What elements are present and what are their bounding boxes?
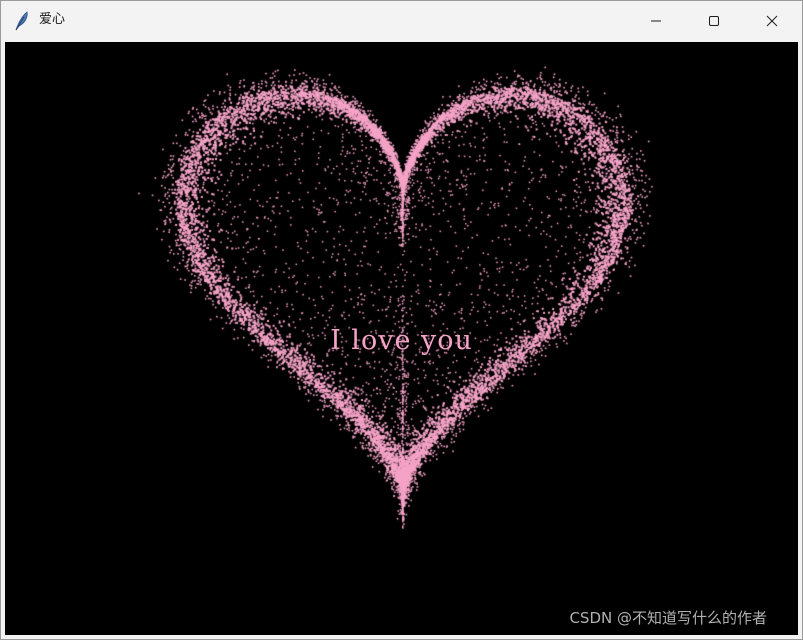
- title-bar[interactable]: 爱心: [1, 1, 802, 41]
- love-message: I love you: [330, 325, 473, 356]
- feather-icon: [13, 11, 31, 31]
- csdn-watermark: CSDN @不知道写什么的作者: [569, 609, 767, 627]
- app-window: 爱心 I love you: [0, 0, 803, 640]
- minimize-button[interactable]: [627, 1, 685, 41]
- minimize-icon: [650, 12, 662, 31]
- close-icon: [766, 12, 778, 31]
- maximize-button[interactable]: [685, 1, 743, 41]
- maximize-icon: [708, 12, 720, 31]
- window-title: 爱心: [39, 12, 66, 27]
- close-button[interactable]: [743, 1, 801, 41]
- drawing-canvas[interactable]: I love you: [5, 42, 798, 635]
